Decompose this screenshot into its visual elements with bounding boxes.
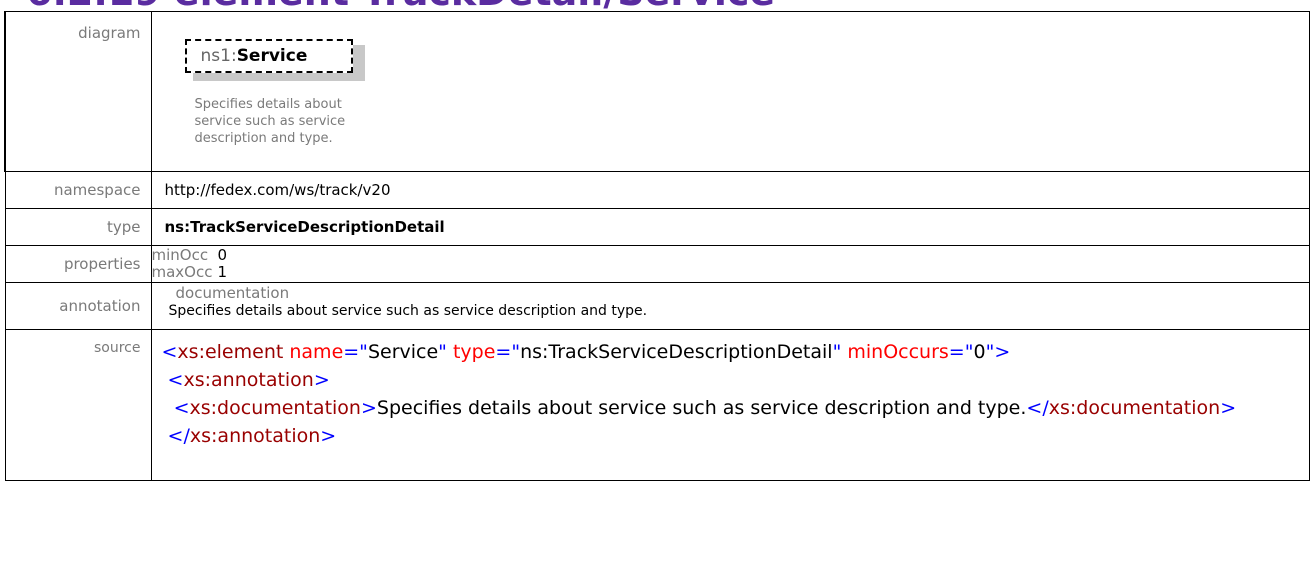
diagram-doc-line: service such as service <box>194 114 346 129</box>
namespace-label: namespace <box>4 171 152 209</box>
source-row: source <xs:element name="Service" type="… <box>4 329 1310 481</box>
tag-bracket: > <box>360 397 377 419</box>
tag-bracket: > <box>1220 397 1237 419</box>
source-code: <xs:element name="Service" type="ns:Trac… <box>152 330 1310 450</box>
tag-name: xs:documentation <box>189 397 361 419</box>
tag-bracket: < <box>173 397 190 419</box>
tag-name: xs:annotation <box>183 369 314 391</box>
tag-bracket: </ <box>1026 397 1049 419</box>
attr-quote: " <box>985 341 995 363</box>
element-node-prefix: ns1: <box>200 46 237 66</box>
type-value[interactable]: ns:TrackServiceDescriptionDetail <box>150 208 1310 246</box>
tag-name: xs:annotation <box>189 425 321 447</box>
property-min-occurs: minOcc 0 <box>152 247 1310 264</box>
attr-quote: " <box>438 341 447 363</box>
attr-equals: =" <box>343 341 368 363</box>
property-key: minOcc <box>151 246 209 264</box>
annotation-cell: documentation Specifies details about se… <box>150 282 1310 330</box>
attr-name: type <box>452 341 496 363</box>
tag-bracket: > <box>313 369 330 391</box>
properties-row: properties minOcc 0 maxOcc 1 <box>4 245 1310 283</box>
source-line: <xs:documentation>Specifies details abou… <box>162 394 1310 422</box>
source-cell: <xs:element name="Service" type="ns:Trac… <box>150 329 1310 481</box>
namespace-row: namespace http://fedex.com/ws/track/v20 <box>4 171 1310 209</box>
tag-name: xs:documentation <box>1048 397 1221 419</box>
element-spec-table: diagram ns1:Service Specifies details ab… <box>4 11 1310 481</box>
diagram-row: diagram ns1:Service Specifies details ab… <box>4 11 1310 172</box>
namespace-value: http://fedex.com/ws/track/v20 <box>150 171 1310 209</box>
element-node: ns1:Service <box>184 39 365 83</box>
attr-value: ns:TrackServiceDescriptionDetail <box>520 341 833 363</box>
source-line: <xs:element name="Service" type="ns:Trac… <box>162 338 1310 366</box>
property-key: maxOcc <box>151 263 213 281</box>
attr-equals: =" <box>495 341 521 363</box>
source-line: <xs:annotation> <box>162 366 1310 394</box>
element-node-box: ns1:Service <box>184 39 353 73</box>
tag-bracket: < <box>167 369 184 391</box>
attr-value: 0 <box>973 341 986 363</box>
property-max-occurs: maxOcc 1 <box>152 264 1310 281</box>
diagram-doc-line: Specifies details about <box>194 97 342 112</box>
property-value: 1 <box>217 263 228 281</box>
annotation-label: annotation <box>4 282 152 330</box>
attr-value: Service <box>367 341 439 363</box>
diagram-doc-line: description and type. <box>194 131 333 146</box>
annotation-key: documentation <box>175 284 290 302</box>
properties-label: properties <box>4 245 152 283</box>
tag-bracket: </ <box>167 425 190 447</box>
element-node-documentation: Specifies details about service such as … <box>195 96 405 147</box>
tag-name: xs:element <box>177 341 284 363</box>
source-label: source <box>4 329 152 481</box>
diagram-cell: ns1:Service Specifies details about serv… <box>150 11 1310 172</box>
diagram-label: diagram <box>4 11 152 172</box>
source-line: </xs:annotation> <box>162 422 1310 450</box>
element-node-name: Service <box>236 46 308 66</box>
documentation-text: Specifies details about service such as … <box>376 397 1027 419</box>
annotation-text: Specifies details about service such as … <box>168 303 648 319</box>
properties-cell: minOcc 0 maxOcc 1 <box>150 245 1310 283</box>
properties-grid: minOcc 0 maxOcc 1 <box>152 246 1310 281</box>
annotation-row: annotation documentation Specifies detai… <box>4 282 1310 330</box>
attr-equals: =" <box>948 341 974 363</box>
element-diagram: ns1:Service Specifies details about serv… <box>152 12 1310 171</box>
tag-bracket: > <box>994 341 1011 363</box>
type-label: type <box>4 208 152 246</box>
tag-bracket: > <box>320 425 337 447</box>
attr-name: minOccurs <box>847 341 949 363</box>
attr-quote: " <box>832 341 842 363</box>
tag-bracket: < <box>161 341 178 363</box>
attr-name: name <box>289 341 344 363</box>
type-row: type ns:TrackServiceDescriptionDetail <box>4 208 1310 246</box>
property-value: 0 <box>217 246 228 264</box>
